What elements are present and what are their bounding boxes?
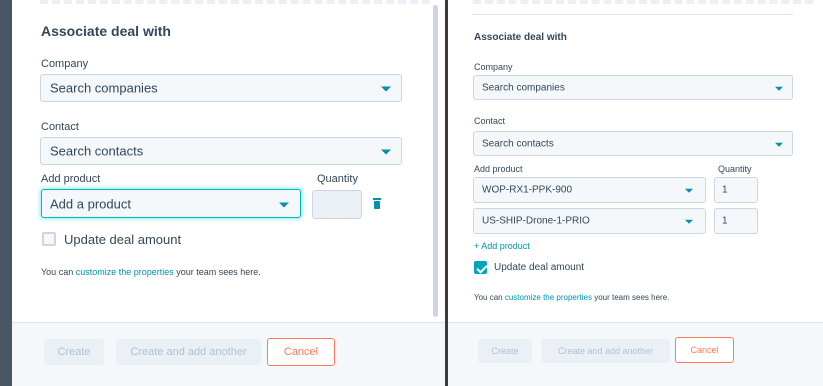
company-label: Company bbox=[474, 62, 513, 72]
product-name: WOP-RX1-PPK-900 bbox=[482, 184, 573, 196]
customize-note: You can customize the properties your te… bbox=[474, 293, 669, 302]
quantity-input-2[interactable]: 1 bbox=[714, 208, 758, 234]
customize-note-suffix: your team sees here. bbox=[592, 293, 670, 302]
footer: Create Create and add another Cancel bbox=[448, 322, 823, 386]
chevron-down-icon bbox=[685, 219, 693, 224]
company-select[interactable]: Search companies bbox=[40, 74, 402, 102]
chevron-down-icon bbox=[775, 86, 783, 91]
contact-label: Contact bbox=[474, 116, 506, 126]
cancel-button[interactable]: Cancel bbox=[267, 338, 335, 366]
product-select[interactable]: Add a product bbox=[41, 189, 301, 218]
right-panel: Associate deal with Company Search compa… bbox=[448, 0, 823, 386]
create-button[interactable]: Create bbox=[44, 339, 104, 365]
footer: Create Create and add another Cancel bbox=[12, 322, 445, 386]
quantity-label: Quantity bbox=[317, 173, 358, 185]
section-title: Associate deal with bbox=[41, 23, 171, 39]
product-select-1[interactable]: WOP-RX1-PPK-900 bbox=[473, 177, 706, 203]
product-select-placeholder: Add a product bbox=[50, 196, 131, 211]
product-select-2[interactable]: US-SHIP-Drone-1-PRIO bbox=[473, 208, 706, 234]
top-edge bbox=[40, 0, 430, 8]
add-product-label: Add product bbox=[474, 164, 523, 174]
contact-label: Contact bbox=[41, 121, 79, 133]
top-divider bbox=[473, 14, 793, 15]
quantity-input-1[interactable]: 1 bbox=[714, 177, 758, 203]
chevron-down-icon bbox=[381, 149, 391, 155]
update-deal-amount-checkbox[interactable] bbox=[474, 261, 487, 274]
customize-note: You can customize the properties your te… bbox=[41, 267, 261, 277]
update-deal-amount-checkbox[interactable] bbox=[42, 232, 56, 246]
update-deal-amount-label: Update deal amount bbox=[64, 232, 182, 247]
quantity-label: Quantity bbox=[718, 164, 752, 174]
customize-note-prefix: You can bbox=[41, 267, 76, 277]
customize-properties-link[interactable]: customize the properties bbox=[505, 293, 592, 302]
quantity-value: 1 bbox=[722, 215, 728, 227]
left-sidebar-strip bbox=[0, 0, 12, 386]
scrollbar[interactable] bbox=[433, 5, 438, 317]
trash-icon[interactable] bbox=[373, 198, 381, 209]
create-button[interactable]: Create bbox=[478, 339, 532, 363]
update-deal-amount-label: Update deal amount bbox=[494, 262, 585, 273]
contact-select[interactable]: Search contacts bbox=[473, 131, 793, 156]
chevron-down-icon bbox=[685, 188, 693, 193]
contact-select-placeholder: Search contacts bbox=[50, 143, 144, 159]
add-product-label: Add product bbox=[41, 173, 101, 185]
add-product-link[interactable]: + Add product bbox=[474, 241, 530, 251]
product-name: US-SHIP-Drone-1-PRIO bbox=[482, 215, 590, 227]
company-select-placeholder: Search companies bbox=[50, 80, 158, 96]
contact-select-placeholder: Search contacts bbox=[482, 138, 554, 149]
chevron-down-icon bbox=[775, 142, 783, 147]
company-select-placeholder: Search companies bbox=[482, 82, 565, 93]
section-title: Associate deal with bbox=[474, 32, 567, 43]
chevron-down-icon bbox=[279, 202, 289, 207]
quantity-value: 1 bbox=[722, 184, 728, 196]
cancel-button[interactable]: Cancel bbox=[675, 337, 734, 363]
company-select[interactable]: Search companies bbox=[473, 75, 793, 100]
contact-select[interactable]: Search contacts bbox=[40, 137, 402, 165]
create-and-add-another-button[interactable]: Create and add another bbox=[116, 339, 261, 365]
company-label: Company bbox=[41, 58, 89, 70]
top-edge bbox=[473, 0, 813, 8]
customize-note-prefix: You can bbox=[474, 293, 505, 302]
create-and-add-another-button[interactable]: Create and add another bbox=[541, 339, 670, 363]
customize-properties-link[interactable]: customize the properties bbox=[76, 267, 174, 277]
quantity-input[interactable] bbox=[312, 190, 362, 219]
customize-note-suffix: your team sees here. bbox=[173, 267, 261, 277]
left-panel: Associate deal with Company Search compa… bbox=[0, 0, 445, 386]
chevron-down-icon bbox=[381, 86, 391, 92]
